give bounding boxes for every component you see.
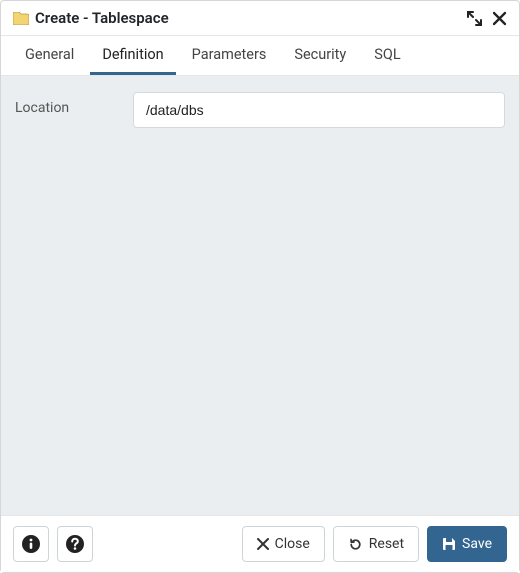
tab-definition[interactable]: Definition <box>90 36 175 75</box>
close-button[interactable]: Close <box>242 526 325 562</box>
info-icon <box>21 534 41 554</box>
dialog-body: Location <box>1 76 519 515</box>
titlebar: Create - Tablespace <box>1 1 519 36</box>
footer: Close Reset Save <box>1 515 519 572</box>
dialog-title: Create - Tablespace <box>35 9 467 27</box>
location-row: Location <box>15 92 505 499</box>
tab-parameters[interactable]: Parameters <box>180 36 279 75</box>
reset-button[interactable]: Reset <box>333 526 419 562</box>
help-button[interactable] <box>57 526 93 562</box>
title-controls <box>467 11 507 26</box>
tab-sql[interactable]: SQL <box>362 36 412 75</box>
save-button-label: Save <box>462 536 492 552</box>
location-label: Location <box>15 92 133 116</box>
save-icon <box>442 537 456 551</box>
expand-icon[interactable] <box>467 11 482 26</box>
close-x-icon <box>257 538 269 550</box>
tab-general[interactable]: General <box>13 36 86 75</box>
close-button-label: Close <box>275 536 310 552</box>
save-button[interactable]: Save <box>427 526 507 562</box>
create-tablespace-dialog: Create - Tablespace General Definition P… <box>0 0 520 573</box>
location-input[interactable] <box>133 92 505 128</box>
help-icon <box>65 534 85 554</box>
tab-security[interactable]: Security <box>282 36 358 75</box>
tabbar: General Definition Parameters Security S… <box>1 36 519 76</box>
reset-icon <box>348 537 363 552</box>
info-button[interactable] <box>13 526 49 562</box>
close-icon[interactable] <box>492 11 507 26</box>
reset-button-label: Reset <box>369 536 404 552</box>
folder-icon <box>13 12 29 25</box>
